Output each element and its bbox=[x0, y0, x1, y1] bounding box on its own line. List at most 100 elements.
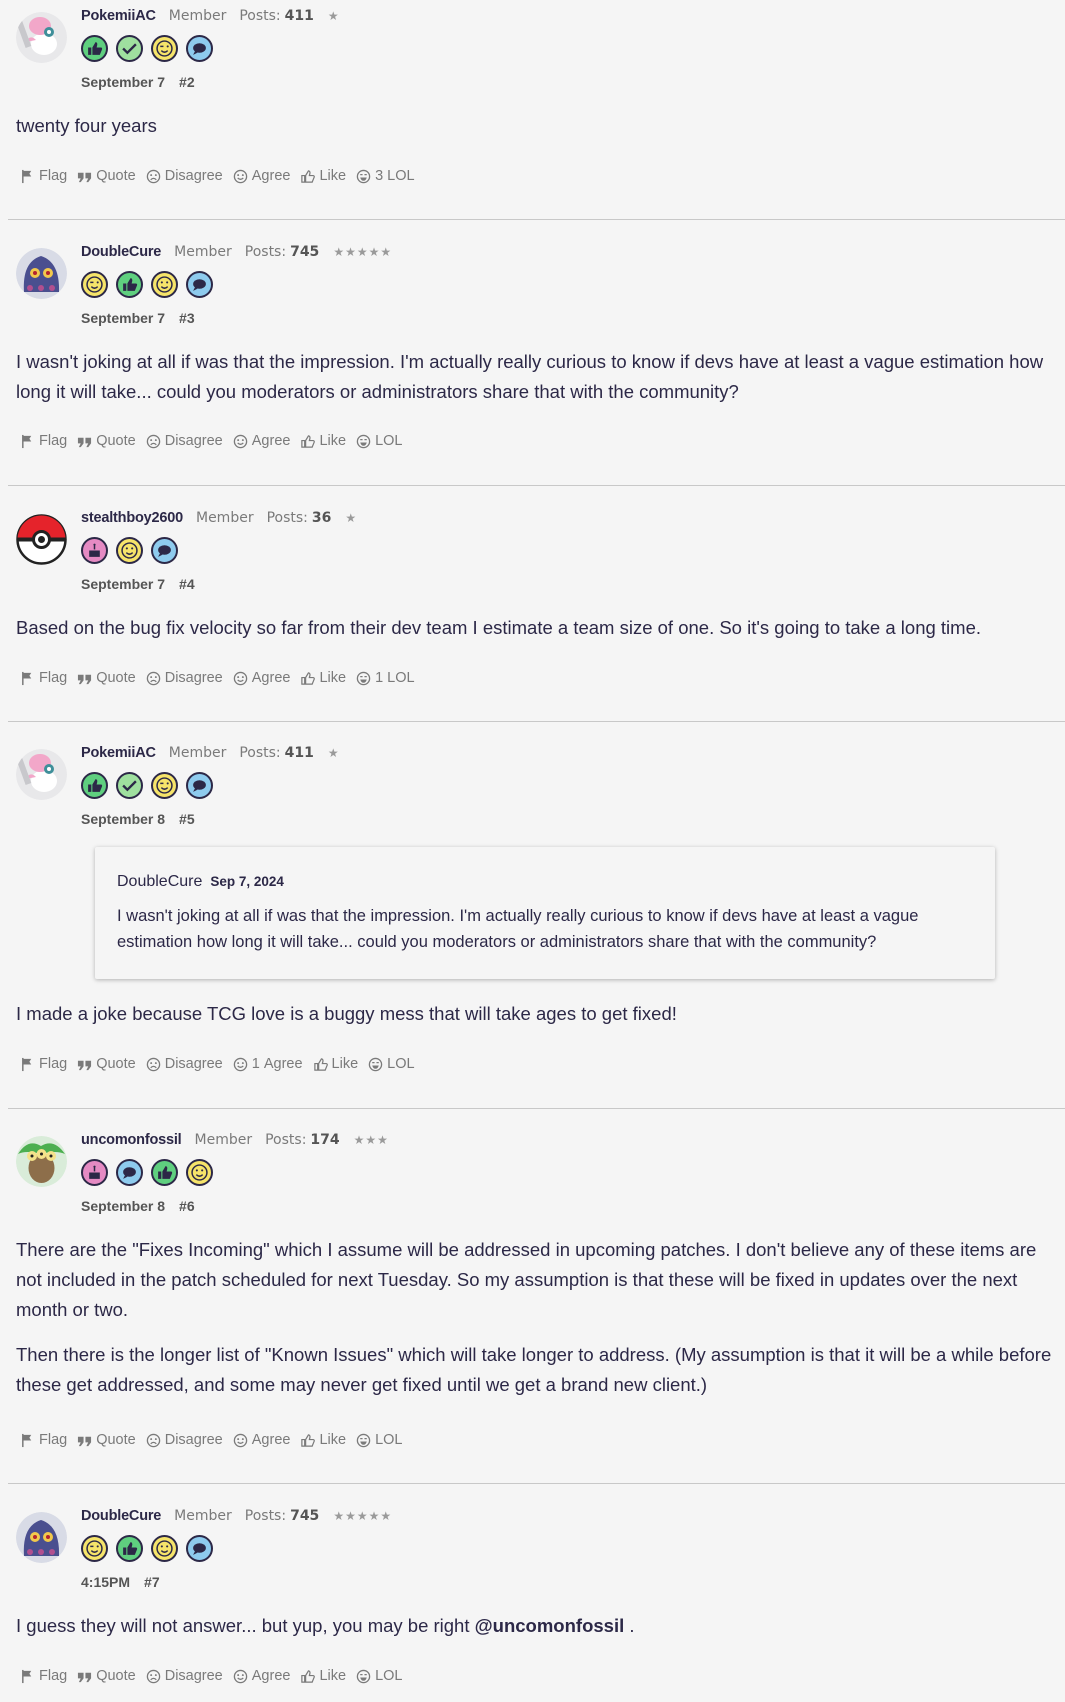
post-number[interactable]: #3 bbox=[179, 310, 195, 326]
smile-badge-icon[interactable] bbox=[116, 537, 143, 564]
avatar-doublecure[interactable] bbox=[16, 1512, 67, 1563]
disagree-label: Disagree bbox=[164, 670, 223, 686]
agree-button[interactable]: 1 Agree bbox=[233, 1056, 303, 1072]
post-meta: DoubleCure Member Posts: 745 ★★★★★ bbox=[81, 1508, 392, 1530]
post-date[interactable]: September 7 #4 bbox=[81, 576, 195, 592]
username[interactable]: PokemiiAC bbox=[81, 745, 156, 761]
date-text[interactable]: September 7 bbox=[81, 310, 165, 326]
quote-button[interactable]: Quote bbox=[77, 1056, 136, 1072]
avatar-pokemiiac[interactable] bbox=[16, 749, 67, 800]
comment-badge-icon[interactable] bbox=[186, 772, 213, 799]
lol-button[interactable]: 1 LOL bbox=[356, 670, 415, 686]
username[interactable]: stealthboy2600 bbox=[81, 510, 183, 526]
like-button[interactable]: Like bbox=[300, 670, 346, 686]
username[interactable]: DoubleCure bbox=[81, 244, 161, 260]
date-text[interactable]: 4:15PM bbox=[81, 1574, 130, 1590]
quote-button[interactable]: Quote bbox=[77, 1432, 136, 1448]
posts-count: 174 bbox=[310, 1132, 340, 1148]
comment-badge-icon[interactable] bbox=[186, 1535, 213, 1562]
avatar-uncomonfossil[interactable] bbox=[16, 1136, 67, 1187]
quote-date[interactable]: Sep 7, 2024 bbox=[210, 874, 284, 889]
quote-button[interactable]: Quote bbox=[77, 1668, 136, 1684]
date-text[interactable]: September 8 bbox=[81, 811, 165, 827]
agree-button[interactable]: Agree bbox=[233, 1668, 290, 1684]
like-button[interactable]: Like bbox=[300, 1668, 346, 1684]
post-date[interactable]: 4:15PM #7 bbox=[81, 1574, 160, 1590]
lol-button[interactable]: LOL bbox=[356, 1668, 402, 1684]
thumbs-up-badge-icon[interactable] bbox=[116, 271, 143, 298]
post-date[interactable]: September 8 #6 bbox=[81, 1198, 195, 1214]
wink-badge-icon[interactable] bbox=[151, 772, 178, 799]
agree-button[interactable]: Agree bbox=[233, 168, 290, 184]
comment-badge-icon[interactable] bbox=[186, 35, 213, 62]
post-divider bbox=[8, 721, 1065, 722]
avatar-pokemiiac[interactable] bbox=[16, 12, 67, 63]
disagree-button[interactable]: Disagree bbox=[146, 1056, 223, 1072]
lol-button[interactable]: LOL bbox=[356, 1432, 402, 1448]
smile-badge-icon[interactable] bbox=[186, 1159, 213, 1186]
quote-button[interactable]: Quote bbox=[77, 670, 136, 686]
lol-button[interactable]: LOL bbox=[356, 433, 402, 449]
like-button[interactable]: Like bbox=[300, 168, 346, 184]
wink-badge-icon[interactable] bbox=[81, 1535, 108, 1562]
disagree-button[interactable]: Disagree bbox=[146, 670, 223, 686]
date-text[interactable]: September 7 bbox=[81, 576, 165, 592]
post-date[interactable]: September 7 #2 bbox=[81, 74, 195, 90]
post-date[interactable]: September 7 #3 bbox=[81, 310, 195, 326]
post-number[interactable]: #5 bbox=[179, 811, 195, 827]
thumbs-up-badge-icon[interactable] bbox=[116, 1535, 143, 1562]
disagree-button[interactable]: Disagree bbox=[146, 1432, 223, 1448]
check-badge-icon[interactable] bbox=[116, 35, 143, 62]
avatar-stealthboy2600[interactable] bbox=[16, 514, 67, 565]
user-mention-link[interactable]: @uncomonfossil bbox=[475, 1615, 625, 1636]
comment-badge-icon[interactable] bbox=[116, 1159, 143, 1186]
cake-badge-icon[interactable] bbox=[81, 537, 108, 564]
like-button[interactable]: Like bbox=[313, 1056, 358, 1072]
agree-button[interactable]: Agree bbox=[233, 670, 290, 686]
disagree-button[interactable]: Disagree bbox=[146, 1668, 223, 1684]
post-meta: uncomonfossil Member Posts: 174 ★★★ bbox=[81, 1132, 389, 1154]
wink-badge-icon[interactable] bbox=[81, 271, 108, 298]
flag-button[interactable]: Flag bbox=[20, 670, 67, 686]
smile-badge-icon[interactable] bbox=[151, 1535, 178, 1562]
disagree-button[interactable]: Disagree bbox=[146, 433, 223, 449]
smile-badge-icon[interactable] bbox=[151, 271, 178, 298]
flag-button[interactable]: Flag bbox=[20, 433, 67, 449]
post-number[interactable]: #4 bbox=[179, 576, 195, 592]
agree-button[interactable]: Agree bbox=[233, 433, 290, 449]
smile-icon bbox=[233, 1057, 247, 1071]
flag-button[interactable]: Flag bbox=[20, 168, 67, 184]
flag-button[interactable]: Flag bbox=[20, 1056, 67, 1072]
agree-button[interactable]: Agree bbox=[233, 1432, 290, 1448]
avatar-doublecure[interactable] bbox=[16, 248, 67, 299]
like-button[interactable]: Like bbox=[300, 433, 346, 449]
post-paragraph: There are the "Fixes Incoming" which I a… bbox=[16, 1239, 1037, 1320]
quote-author[interactable]: DoubleCure bbox=[117, 873, 202, 890]
thumbs-up-badge-icon[interactable] bbox=[81, 772, 108, 799]
like-button[interactable]: Like bbox=[300, 1432, 346, 1448]
username[interactable]: DoubleCure bbox=[81, 1508, 161, 1524]
comment-badge-icon[interactable] bbox=[186, 271, 213, 298]
post-body: twenty four years bbox=[16, 111, 1065, 141]
wink-badge-icon[interactable] bbox=[151, 35, 178, 62]
lol-button[interactable]: 3 LOL bbox=[356, 168, 415, 184]
date-text[interactable]: September 7 bbox=[81, 74, 165, 90]
date-text[interactable]: September 8 bbox=[81, 1198, 165, 1214]
post-number[interactable]: #6 bbox=[179, 1198, 195, 1214]
post-date[interactable]: September 8 #5 bbox=[81, 811, 195, 827]
thumbs-up-badge-icon[interactable] bbox=[151, 1159, 178, 1186]
post-number[interactable]: #7 bbox=[144, 1574, 160, 1590]
check-badge-icon[interactable] bbox=[116, 772, 143, 799]
flag-button[interactable]: Flag bbox=[20, 1668, 67, 1684]
post-number[interactable]: #2 bbox=[179, 74, 195, 90]
comment-badge-icon[interactable] bbox=[151, 537, 178, 564]
flag-button[interactable]: Flag bbox=[20, 1432, 67, 1448]
thumbs-up-badge-icon[interactable] bbox=[81, 35, 108, 62]
username[interactable]: uncomonfossil bbox=[81, 1132, 182, 1148]
quote-button[interactable]: Quote bbox=[77, 433, 136, 449]
disagree-button[interactable]: Disagree bbox=[146, 168, 223, 184]
cake-badge-icon[interactable] bbox=[81, 1159, 108, 1186]
quote-button[interactable]: Quote bbox=[77, 168, 136, 184]
lol-button[interactable]: LOL bbox=[368, 1056, 415, 1072]
username[interactable]: PokemiiAC bbox=[81, 8, 156, 24]
